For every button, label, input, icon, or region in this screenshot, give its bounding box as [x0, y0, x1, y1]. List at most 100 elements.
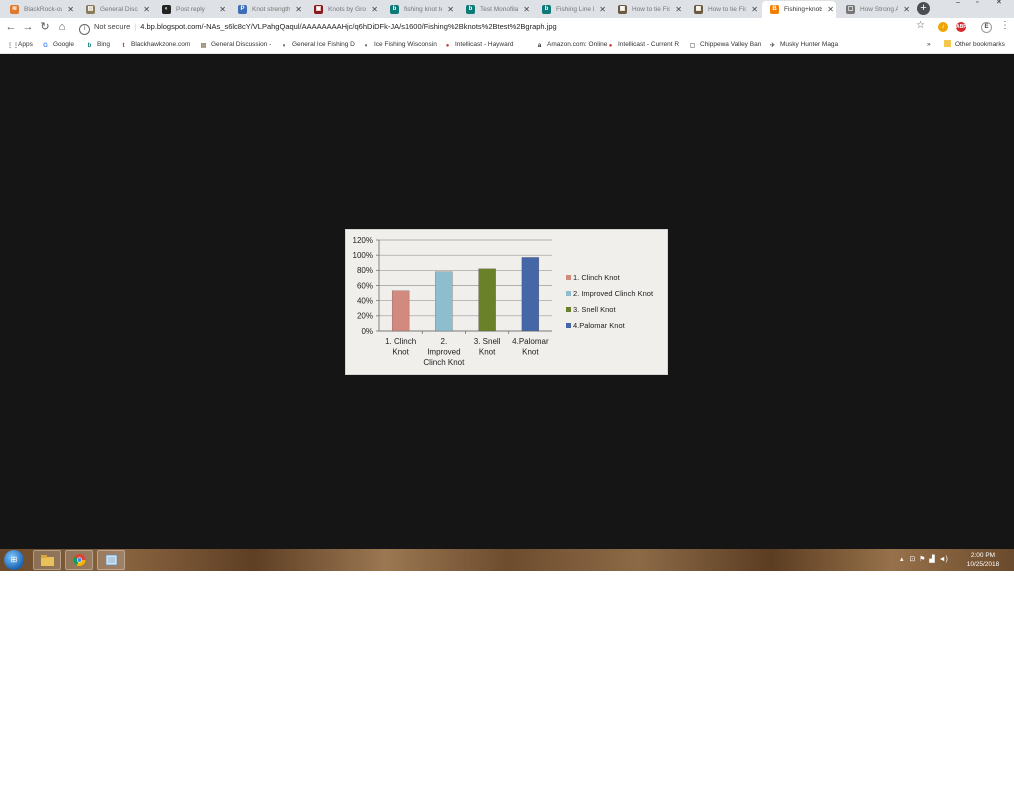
bookmark-item[interactable]: t Blackhawkzone.com	[120, 39, 191, 50]
bookmark-label: Amazon.com: Online	[547, 41, 608, 48]
bookmark-label: Ice Fishing Wisconsin	[374, 41, 437, 48]
tab-item[interactable]: P Knot strength ✕	[230, 1, 304, 18]
image-favicon-icon: ▦	[694, 5, 703, 14]
tab-item[interactable]: ▣ Knots by Group ✕	[306, 1, 380, 18]
chart-bar	[521, 257, 540, 332]
bing-favicon-icon: b	[390, 5, 399, 14]
legend-item: 3. Snell Knot	[566, 302, 653, 318]
tab-close-icon[interactable]: ✕	[371, 1, 378, 18]
signal-icon[interactable]: ▟	[929, 556, 934, 563]
legend-label: 4.Palomar Knot	[573, 321, 625, 330]
bookmark-item[interactable]: ⋮⋮Apps	[7, 39, 33, 50]
intellicast-icon: ●	[445, 43, 450, 49]
reload-icon[interactable]: ↻	[38, 20, 52, 34]
info-icon[interactable]: i	[79, 24, 90, 35]
maximize-button[interactable]: ▫	[976, 0, 978, 6]
file-explorer-icon[interactable]	[33, 550, 61, 570]
legend-swatch	[566, 291, 571, 296]
y-tick-label: 20%	[357, 312, 373, 321]
bookmark-item[interactable]: ● Intellicast - Hayward	[444, 39, 514, 50]
x-tick-label: 2.	[441, 337, 448, 346]
extension-icon[interactable]: ♪	[938, 22, 948, 32]
tab-item[interactable]: b fishing knot test ✕	[382, 1, 456, 18]
x-tick-label: Knot	[392, 348, 409, 357]
bookmark-item[interactable]: ✈ Musky Hunter Maga	[769, 39, 838, 50]
bookmark-label: Intellicast - Current R	[618, 41, 680, 48]
tab-label: How to tie Fishing	[632, 6, 670, 13]
back-icon[interactable]: ←	[4, 20, 18, 34]
bookmark-item[interactable]: ◐ General Ice Fishing D	[281, 39, 355, 50]
network-icon[interactable]: ⊡	[909, 556, 915, 563]
tab-item[interactable]: ◐ Post reply ✕	[154, 1, 228, 18]
tab-strip: ≋ BlackRock-own ✕ ▤ General Discussion ✕ ◐ Post…	[0, 0, 1014, 18]
tab-item[interactable]: ▤ General Discussion ✕	[78, 1, 152, 18]
bookmark-item[interactable]: b Bing	[86, 39, 110, 50]
address-bar[interactable]: i Not secure | 4.bp.blogspot.com/-NAs_s6lc8…	[79, 20, 927, 35]
tab-label: How to tie Fishing	[708, 6, 746, 13]
bookmark-item[interactable]: a Amazon.com: Online	[536, 39, 608, 50]
clock-time: 2:00 PM	[970, 552, 996, 559]
amazon-icon: a	[537, 43, 542, 49]
adblock-icon[interactable]: ABP	[956, 22, 967, 32]
tab-close-icon[interactable]: ✕	[523, 1, 530, 18]
bing-favicon-icon: b	[542, 5, 551, 14]
tab-item[interactable]: B Fishing+knots ✕	[762, 1, 836, 18]
tab-close-icon[interactable]: ✕	[903, 1, 910, 18]
volume-icon[interactable]: ◄)	[939, 556, 948, 563]
chart-bar	[391, 290, 410, 332]
tab-close-icon[interactable]: ✕	[67, 1, 74, 18]
clock-date: 10/25/2018	[966, 561, 1000, 568]
bookmark-item[interactable]: G Google	[42, 39, 74, 50]
tab-close-icon[interactable]: ✕	[675, 1, 682, 18]
y-tick-label: 60%	[357, 281, 373, 290]
bookmark-item[interactable]: ▤ General Discussion -	[200, 39, 272, 50]
bookmark-star-icon[interactable]: ☆	[916, 20, 925, 31]
menu-icon[interactable]: ⋮	[1000, 20, 1010, 31]
chart-bar	[478, 268, 496, 332]
forward-icon[interactable]: →	[21, 20, 35, 34]
tab-item[interactable]: b Test Monofilament ✕	[458, 1, 532, 18]
y-tick-label: 100%	[353, 251, 373, 260]
fishing-favicon-icon: ◐	[162, 5, 171, 14]
page-favicon-icon: ▢	[846, 5, 855, 14]
tab-close-icon[interactable]: ✕	[143, 1, 150, 18]
action-center-icon[interactable]: ⚑	[919, 556, 925, 563]
other-bookmarks-folder[interactable]: Other bookmarks	[944, 39, 1005, 50]
other-bookmarks-label: Other bookmarks	[955, 41, 1005, 48]
tab-close-icon[interactable]: ✕	[827, 1, 834, 18]
tab-item[interactable]: ▢ How Strong Are ✕	[838, 1, 912, 18]
security-status: Not secure	[94, 22, 131, 31]
clock[interactable]: 2:00 PM 10/25/2018	[958, 551, 1008, 569]
new-tab-button[interactable]: +	[917, 2, 930, 15]
bookmark-item[interactable]: ◐ Ice Fishing Wisconsin	[363, 39, 437, 50]
tab-close-icon[interactable]: ✕	[219, 1, 226, 18]
tab-label: Post reply	[176, 6, 205, 13]
bookmark-label: Apps	[18, 41, 33, 48]
notepad-icon[interactable]	[97, 550, 125, 570]
bookmark-item[interactable]: ● Intellicast - Current R	[607, 39, 679, 50]
chrome-icon[interactable]	[65, 550, 93, 570]
start-button[interactable]: ⊞	[4, 550, 24, 570]
tab-close-icon[interactable]: ✕	[751, 1, 758, 18]
close-window-button[interactable]: ✕	[996, 0, 1002, 6]
tab-label: Knot strength	[252, 6, 290, 13]
home-icon[interactable]: ⌂	[55, 20, 69, 34]
windows-flag-icon: ⊞	[10, 555, 18, 564]
x-tick-label: 1. Clinch	[385, 337, 416, 346]
tab-close-icon[interactable]: ✕	[599, 1, 606, 18]
profile-avatar[interactable]: E	[981, 22, 992, 33]
tab-label: BlackRock-own	[24, 6, 62, 13]
tab-close-icon[interactable]: ✕	[295, 1, 302, 18]
tab-item[interactable]: b Fishing Line Knots ✕	[534, 1, 608, 18]
tab-close-icon[interactable]: ✕	[447, 1, 454, 18]
tab-item[interactable]: ≋ BlackRock-own ✕	[2, 1, 76, 18]
page-icon: ▢	[689, 43, 696, 49]
tab-item[interactable]: ▦ How to tie Fishing ✕	[686, 1, 760, 18]
bookmarks-overflow-button[interactable]: »	[927, 39, 931, 50]
x-tick-label: 4.Palomar	[512, 337, 549, 346]
minimize-button[interactable]: –	[956, 0, 960, 6]
bookmark-item[interactable]: ▢ Chippewa Valley Ban	[689, 39, 762, 50]
show-hidden-icons-icon[interactable]: ▴	[900, 556, 904, 563]
forum-favicon-icon: ▤	[86, 5, 95, 14]
tab-item[interactable]: ▦ How to tie Fishing ✕	[610, 1, 684, 18]
